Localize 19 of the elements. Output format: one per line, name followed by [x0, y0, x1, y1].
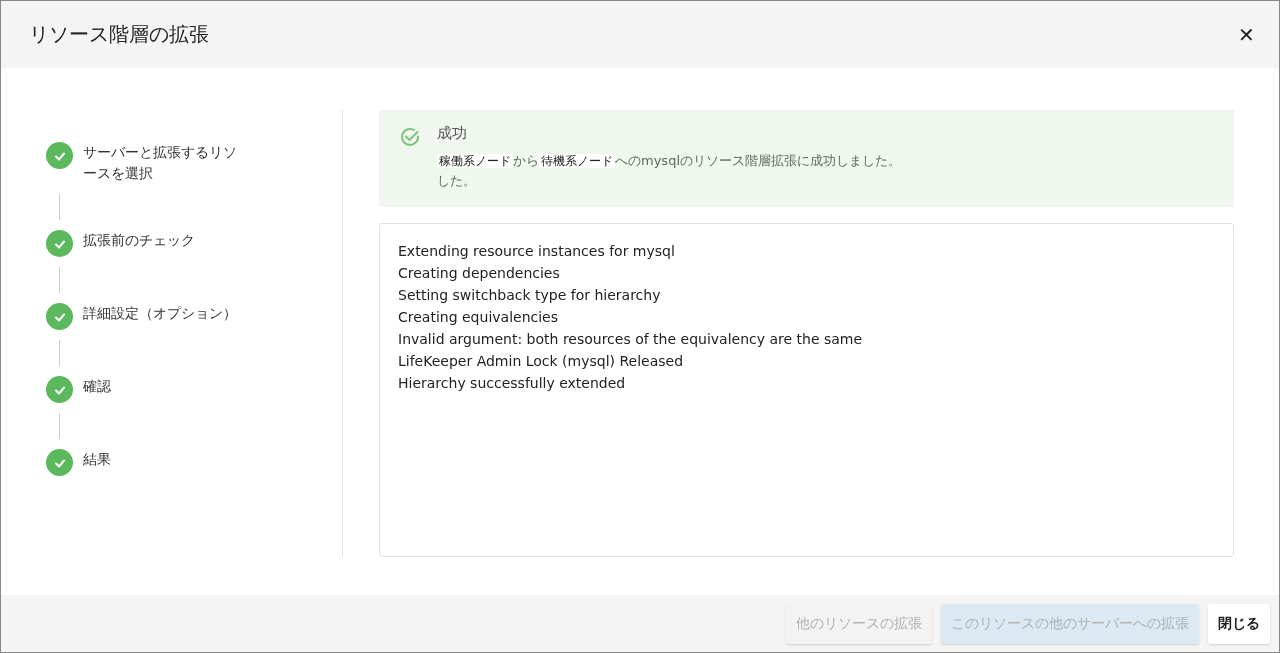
log-line: Setting switchback type for hierarchy [398, 286, 662, 305]
step-label: サーバーと拡張するリソースを選択 [83, 143, 238, 183]
log-line: Creating equivalencies [398, 308, 559, 327]
check-circle-icon [399, 126, 421, 148]
alert-message: 稼働系ノード から 待機系ノード へのmysqlのリソース階層拡張に成功しました。 [437, 152, 901, 170]
close-button[interactable]: ✕ [1236, 20, 1257, 49]
log-line: Extending resource instances for mysql [398, 242, 676, 261]
log-line: LifeKeeper Admin Lock (mysql) Released [398, 352, 685, 371]
log-line: Creating dependencies [398, 264, 561, 283]
step-label: 確認 [83, 377, 112, 396]
log-line: Hierarchy successfully extended [398, 374, 627, 393]
action-button[interactable]: 閉じる [1208, 603, 1270, 644]
step-label: 詳細設定（オプション） [83, 304, 238, 323]
alert-title: 成功 [437, 124, 468, 143]
log-line: Invalid argument: both resources of the equivalency are the same [398, 330, 864, 349]
step-label: 拡張前のチェック [83, 231, 196, 250]
step-label: 結果 [83, 450, 112, 469]
dialog-title: リソース階層の拡張 [29, 21, 209, 48]
alert-message: した。 [437, 172, 477, 190]
